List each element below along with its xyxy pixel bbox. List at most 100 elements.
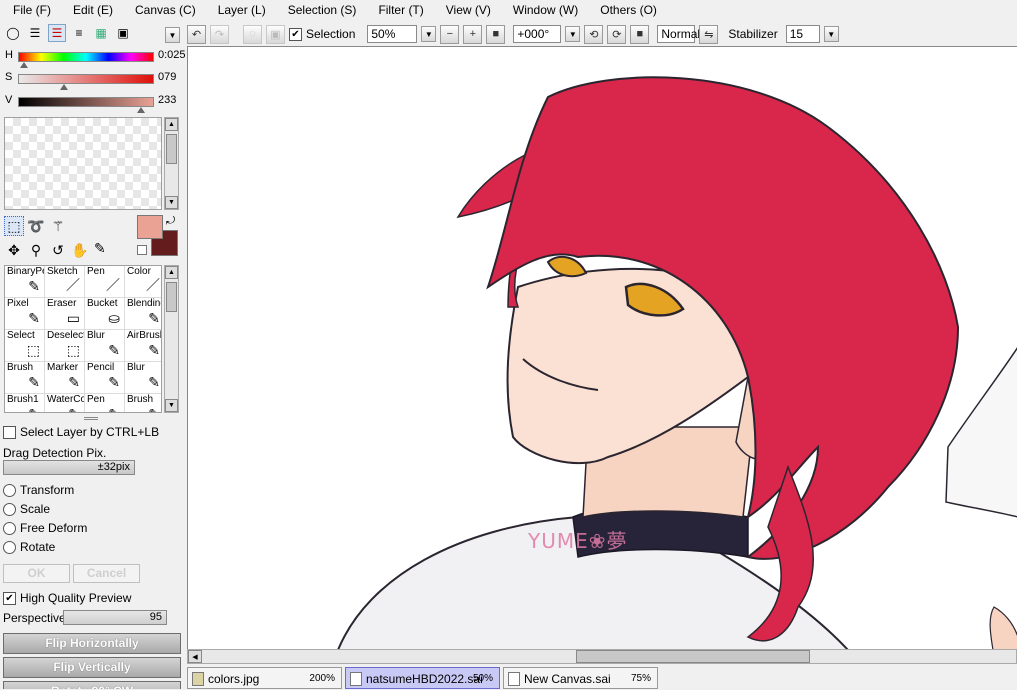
color-list-icon[interactable]: ≡ <box>70 24 88 42</box>
move-icon[interactable]: ✥ <box>4 240 24 260</box>
free-deform-radio[interactable] <box>3 521 16 535</box>
stabilizer-dropdown-icon[interactable]: ▼ <box>823 26 839 42</box>
eyedropper-icon[interactable]: ✎ <box>94 240 106 257</box>
brush-icon: ✎ <box>108 374 120 390</box>
brush-label: Blur <box>87 330 105 341</box>
rotate-reset-icon[interactable]: ■ <box>630 24 650 44</box>
menu-canvas[interactable]: Canvas (C) <box>135 3 196 17</box>
brush-slot[interactable]: Sketch ／ <box>45 266 85 298</box>
saturation-slider[interactable]: S 079 <box>4 70 182 90</box>
brush-slot[interactable]: Brush1✎ <box>5 394 45 412</box>
undo-icon[interactable]: ↶ <box>187 24 206 44</box>
brush-label: Brush1 <box>7 394 39 405</box>
brush-label: Marker <box>47 362 79 373</box>
redo-icon[interactable]: ↷ <box>210 24 229 44</box>
flip-horizontally-button[interactable]: Flip Horizontally <box>3 633 181 654</box>
brush-slot[interactable]: Color ／ <box>125 266 161 298</box>
hsv-sliders-icon[interactable]: ☰ <box>48 24 66 42</box>
tab-new-canvas[interactable]: New Canvas.sai 75% <box>503 667 658 689</box>
menu-edit[interactable]: Edit (E) <box>73 3 113 17</box>
menu-selection[interactable]: Selection (S) <box>288 3 357 17</box>
canvas-horizontal-scrollbar[interactable]: ◀ <box>187 649 1017 664</box>
deselect-icon[interactable]: ◌ <box>243 24 262 44</box>
transform-radio[interactable] <box>3 483 16 497</box>
transparent-color-icon[interactable] <box>137 245 147 255</box>
brush-slot[interactable]: Bucket ⛀ <box>85 298 125 330</box>
menu-file[interactable]: File (F) <box>13 3 51 17</box>
brush-slot[interactable]: Blur ✎ <box>85 330 125 362</box>
brush-slot[interactable]: Eraser ▭ <box>45 298 85 330</box>
brush-icon: ✎ <box>68 374 80 390</box>
scroll-thumb[interactable] <box>576 650 810 663</box>
brush-slot[interactable]: Marker ✎ <box>45 362 85 394</box>
rotate-radio[interactable] <box>3 540 16 554</box>
ok-button[interactable]: OK <box>3 564 70 583</box>
zoom-icon[interactable]: ⚲ <box>26 240 46 260</box>
brush-slot[interactable]: WaterColor✎ <box>45 394 85 412</box>
perspective-slider[interactable]: 95 <box>63 610 167 625</box>
hue-slider[interactable]: H 0:025 <box>4 48 186 68</box>
brush-label: Pencil <box>87 362 115 373</box>
scratchpad-scrollbar[interactable]: ▲ ▼ <box>164 117 179 210</box>
menu-layer[interactable]: Layer (L) <box>218 3 266 17</box>
invert-selection-icon[interactable]: ▣ <box>266 24 285 44</box>
rotate-tool-icon[interactable]: ↺ <box>48 240 68 260</box>
flip-view-icon[interactable]: ⇋ <box>699 24 719 44</box>
scratchpad-icon[interactable]: ▣ <box>114 24 132 42</box>
brush-icon: ／ <box>66 277 80 293</box>
tab-colors-jpg[interactable]: colors.jpg 200% <box>187 667 342 689</box>
zoom-in-icon[interactable]: + <box>463 24 483 44</box>
brush-slot[interactable]: Pen✎ <box>85 394 125 412</box>
rotation-field[interactable]: +000° <box>513 25 562 43</box>
magic-wand-icon[interactable]: ⚚ <box>48 216 68 236</box>
swap-colors-icon[interactable]: ⤾ <box>166 215 175 228</box>
color-wheel-icon[interactable]: ◯ <box>4 24 22 42</box>
hq-preview-checkbox[interactable]: ✔ <box>3 591 16 605</box>
menu-filter[interactable]: Filter (T) <box>378 3 423 17</box>
brush-slot[interactable]: Deselect ⬚ <box>45 330 85 362</box>
brush-slot[interactable]: Blur ✎ <box>125 362 161 394</box>
hand-icon[interactable]: ✋ <box>70 240 90 260</box>
swatches-icon[interactable]: ▦ <box>92 24 110 42</box>
zoom-dropdown-icon[interactable]: ▼ <box>421 26 437 42</box>
rgb-sliders-icon[interactable]: ☰ <box>26 24 44 42</box>
menu-others[interactable]: Others (O) <box>600 3 657 17</box>
selection-checkbox[interactable]: ✔ <box>289 27 302 41</box>
panel-menu-dropdown-icon[interactable]: ▼ <box>165 27 180 43</box>
brush-slot[interactable]: Pencil ✎ <box>85 362 125 394</box>
flip-vertically-button[interactable]: Flip Vertically <box>3 657 181 678</box>
brush-slot[interactable]: AirBrush ✎ <box>125 330 161 362</box>
zoom-field[interactable]: 50% <box>367 25 418 43</box>
cancel-button[interactable]: Cancel <box>73 564 140 583</box>
drag-detection-slider[interactable]: ±32pix <box>3 460 135 475</box>
foreground-color-swatch[interactable] <box>137 215 163 239</box>
scale-radio[interactable] <box>3 502 16 516</box>
menu-view[interactable]: View (V) <box>446 3 491 17</box>
menu-window[interactable]: Window (W) <box>513 3 578 17</box>
rotate-cw-icon[interactable]: ⟳ <box>607 24 627 44</box>
brush-slot[interactable]: BinaryPen✎ <box>5 266 45 298</box>
panel-splitter[interactable] <box>84 417 98 420</box>
brush-slot[interactable]: Pixel ✎ <box>5 298 45 330</box>
scratchpad-area[interactable] <box>4 117 162 210</box>
drawing-canvas[interactable]: YUME❀夢 <box>187 46 1017 649</box>
select-layer-checkbox[interactable] <box>3 425 16 439</box>
zoom-out-icon[interactable]: − <box>440 24 460 44</box>
tab-natsumehbd2022[interactable]: natsumeHBD2022.sai 50% <box>345 667 500 689</box>
rotate-90-button[interactable]: Rotate 90° CW <box>3 681 181 689</box>
stabilizer-field[interactable]: 15 <box>785 25 820 43</box>
brush-slot[interactable]: Pen ／ <box>85 266 125 298</box>
brush-grid-scrollbar[interactable]: ▲ ▼ <box>164 265 179 413</box>
rect-select-icon[interactable]: ⬚ <box>4 216 24 236</box>
brush-slot[interactable]: Blending✎ <box>125 298 161 330</box>
value-slider[interactable]: V 233 <box>4 93 182 113</box>
blend-mode-field[interactable]: Normal <box>657 25 700 43</box>
brush-slot[interactable]: Brush✎ <box>5 362 45 394</box>
rotate-ccw-icon[interactable]: ⟲ <box>584 24 604 44</box>
rotation-dropdown-icon[interactable]: ▼ <box>565 26 581 42</box>
lasso-icon[interactable]: ➰ <box>26 216 46 236</box>
scroll-left-icon[interactable]: ◀ <box>188 650 202 663</box>
brush-slot[interactable]: Brush✎ <box>125 394 161 412</box>
zoom-reset-icon[interactable]: ■ <box>486 24 506 44</box>
brush-slot[interactable]: Select ⬚ <box>5 330 45 362</box>
